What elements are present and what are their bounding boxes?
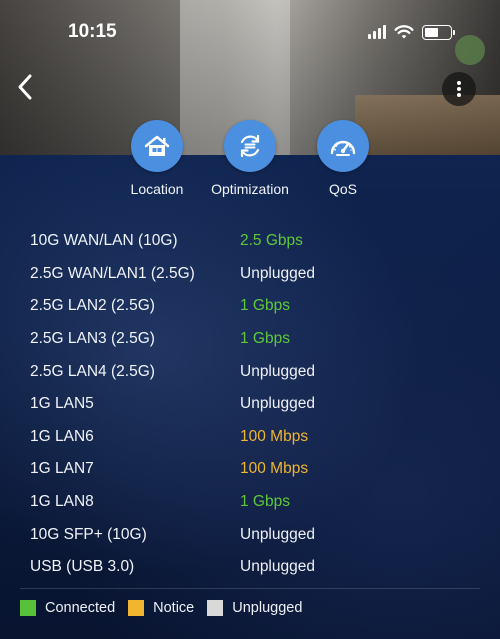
legend-connected: Connected	[20, 600, 115, 616]
port-row: 1G LAN6 100 Mbps	[30, 421, 470, 454]
speedometer-icon	[330, 140, 356, 156]
optimization-button[interactable]: Optimization	[200, 120, 300, 197]
chevron-left-icon	[18, 74, 32, 100]
port-row: 1G LAN5 Unplugged	[30, 388, 470, 421]
optimization-circle[interactable]	[224, 120, 276, 172]
legend-connected-label: Connected	[45, 600, 116, 616]
connected-swatch	[20, 600, 36, 616]
port-status: 2.5 Gbps	[240, 232, 303, 250]
legend-unplugged-label: Unplugged	[232, 600, 303, 616]
legend-unplugged: Unplugged	[207, 600, 302, 616]
port-row: 10G SFP+ (10G) Unplugged	[30, 518, 470, 551]
cellular-signal-icon	[368, 25, 386, 39]
location-circle[interactable]	[131, 120, 183, 172]
port-status-list: 10G WAN/LAN (10G) 2.5 Gbps 2.5G WAN/LAN1…	[30, 225, 470, 584]
port-row: 2.5G LAN3 (2.5G) 1 Gbps	[30, 323, 470, 356]
legend-notice-label: Notice	[153, 600, 195, 616]
port-status: Unplugged	[240, 362, 315, 380]
status-bar: 10:15	[0, 0, 500, 64]
more-options-button[interactable]	[442, 72, 476, 106]
port-row: 2.5G LAN4 (2.5G) Unplugged	[30, 355, 470, 388]
status-icons	[368, 24, 455, 40]
status-time: 10:15	[68, 21, 117, 42]
port-name: 2.5G LAN2 (2.5G)	[30, 297, 155, 315]
refresh-icon	[240, 134, 260, 158]
location-button[interactable]: Location	[117, 120, 197, 197]
port-name: USB (USB 3.0)	[30, 558, 135, 576]
wifi-icon	[394, 24, 414, 38]
status-legend: Connected Notice Unplugged	[20, 598, 315, 618]
notice-swatch	[128, 600, 145, 616]
port-name: 10G WAN/LAN (10G)	[30, 232, 178, 250]
legend-notice: Notice	[128, 600, 194, 616]
port-row: 10G WAN/LAN (10G) 2.5 Gbps	[30, 225, 470, 258]
port-status: 100 Mbps	[240, 460, 309, 478]
port-name: 1G LAN7	[30, 460, 94, 478]
port-name: 1G LAN5	[30, 395, 94, 413]
port-row: 2.5G LAN2 (2.5G) 1 Gbps	[30, 290, 470, 323]
port-name: 2.5G LAN4 (2.5G)	[30, 362, 155, 380]
location-label: Location	[130, 181, 184, 197]
optimization-label: Optimization	[211, 181, 289, 197]
unplugged-swatch	[207, 600, 224, 616]
legend-divider	[20, 588, 480, 589]
qos-label: QoS	[328, 181, 357, 197]
qos-button[interactable]: QoS	[303, 120, 383, 197]
port-status: 1 Gbps	[240, 297, 290, 315]
port-status: 1 Gbps	[240, 330, 290, 348]
port-status: 100 Mbps	[240, 427, 309, 445]
port-name: 10G SFP+ (10G)	[30, 525, 147, 543]
port-name: 2.5G LAN3 (2.5G)	[30, 330, 155, 348]
port-status: Unplugged	[240, 264, 315, 282]
port-status: Unplugged	[240, 558, 315, 576]
port-status: Unplugged	[240, 395, 315, 413]
qos-circle[interactable]	[317, 120, 369, 172]
feature-shortcuts: Location Optimization QoS	[0, 120, 500, 198]
port-status: Unplugged	[240, 525, 315, 543]
back-button[interactable]	[10, 72, 40, 102]
port-name: 1G LAN8	[30, 493, 94, 511]
battery-icon	[422, 24, 455, 40]
port-row: 1G LAN7 100 Mbps	[30, 453, 470, 486]
port-row: 2.5G WAN/LAN1 (2.5G) Unplugged	[30, 258, 470, 291]
vertical-ellipsis-icon	[457, 81, 461, 97]
house-icon	[144, 135, 170, 156]
port-status: 1 Gbps	[240, 493, 290, 511]
port-row: 1G LAN8 1 Gbps	[30, 486, 470, 519]
port-row: USB (USB 3.0) Unplugged	[30, 551, 470, 584]
port-name: 1G LAN6	[30, 427, 94, 445]
port-name: 2.5G WAN/LAN1 (2.5G)	[30, 264, 195, 282]
